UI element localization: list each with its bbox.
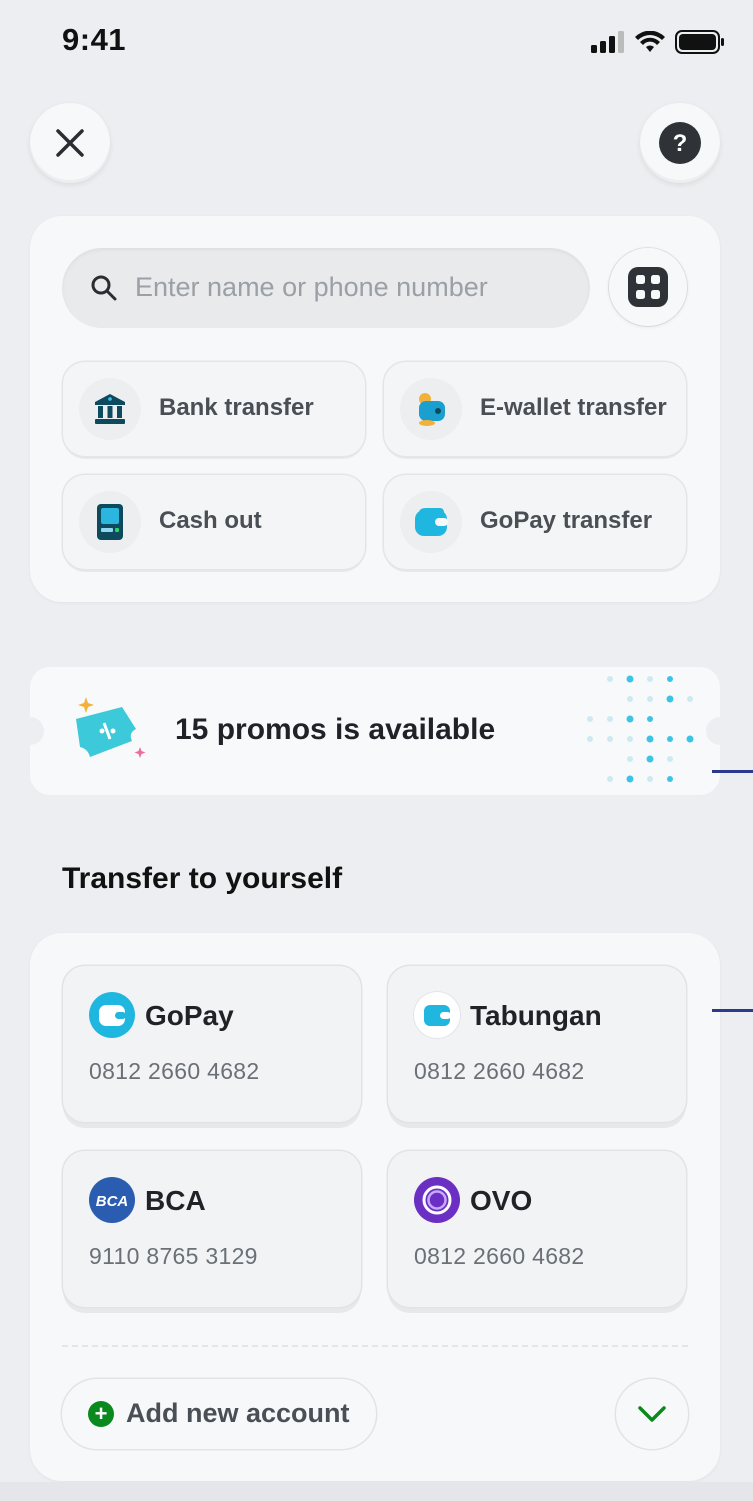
ticket-notch	[706, 717, 734, 745]
action-label: Bank transfer	[159, 394, 314, 421]
battery-icon	[675, 30, 724, 54]
ovo-logo-icon	[422, 1185, 452, 1215]
cash-out-button[interactable]: Cash out	[63, 475, 365, 569]
account-card-ovo[interactable]: OVO 0812 2660 4682	[388, 1151, 686, 1307]
edge-indicator	[712, 770, 753, 773]
account-number: 9110 8765 3129	[89, 1243, 258, 1269]
close-button[interactable]	[30, 103, 110, 183]
add-account-label: Add new account	[126, 1398, 350, 1428]
account-name: BCA	[145, 1185, 206, 1216]
search-input[interactable]: Enter name or phone number	[62, 248, 590, 328]
promo-ticket-icon	[76, 697, 146, 758]
help-button[interactable]: ?	[640, 103, 720, 183]
ticket-notch	[16, 717, 44, 745]
gopay-logo-icon	[99, 1005, 126, 1026]
action-label: E-wallet transfer	[480, 394, 667, 421]
atm-icon	[97, 504, 123, 540]
wifi-icon	[635, 31, 665, 52]
account-number: 0812 2660 4682	[414, 1058, 585, 1084]
qr-scan-icon	[628, 267, 668, 307]
gopay-wallet-icon	[415, 508, 448, 536]
qr-scan-button[interactable]	[609, 248, 687, 326]
bank-transfer-button[interactable]: Bank transfer	[63, 362, 365, 456]
ewallet-icon	[419, 393, 445, 426]
svg-text:?: ?	[673, 130, 688, 157]
account-card-bca[interactable]: BCA BCA 9110 8765 3129	[63, 1151, 361, 1307]
search-icon	[91, 275, 117, 301]
signal-icon	[591, 31, 624, 53]
action-label: Cash out	[159, 507, 262, 534]
bank-icon	[95, 394, 125, 424]
add-new-account-button[interactable]: + Add new account	[62, 1379, 376, 1449]
gopay-transfer-button[interactable]: GoPay transfer	[384, 475, 686, 569]
dot-pattern-decoration	[587, 675, 694, 783]
account-name: OVO	[470, 1185, 533, 1216]
bca-logo-icon: BCA	[96, 1193, 129, 1210]
ewallet-transfer-button[interactable]: E-wallet transfer	[384, 362, 686, 456]
account-card-gopay[interactable]: GoPay 0812 2660 4682	[63, 966, 361, 1122]
status-icons	[591, 30, 725, 54]
expand-button[interactable]	[616, 1379, 688, 1449]
divider	[62, 1345, 688, 1347]
status-time: 9:41	[62, 22, 127, 57]
section-title: Transfer to yourself	[62, 862, 343, 895]
action-label: GoPay transfer	[480, 507, 653, 534]
help-icon: ?	[659, 122, 701, 164]
account-card-tabungan[interactable]: Tabungan 0812 2660 4682	[388, 966, 686, 1122]
edge-indicator	[712, 1009, 753, 1012]
status-bar: 9:41	[0, 0, 753, 84]
tabungan-logo-icon	[424, 1005, 451, 1026]
account-number: 0812 2660 4682	[414, 1243, 585, 1269]
svg-text:BCA: BCA	[96, 1193, 129, 1210]
close-icon	[56, 129, 84, 157]
account-number: 0812 2660 4682	[89, 1058, 260, 1084]
search-placeholder: Enter name or phone number	[135, 272, 488, 302]
promo-banner[interactable]: 15 promos is available	[16, 667, 734, 795]
bottom-edge	[0, 1482, 753, 1501]
promo-text: 15 promos is available	[175, 713, 496, 746]
chevron-down-icon	[638, 1406, 666, 1422]
account-name: GoPay	[145, 1000, 234, 1031]
plus-icon: +	[88, 1401, 114, 1427]
account-name: Tabungan	[470, 1000, 602, 1031]
